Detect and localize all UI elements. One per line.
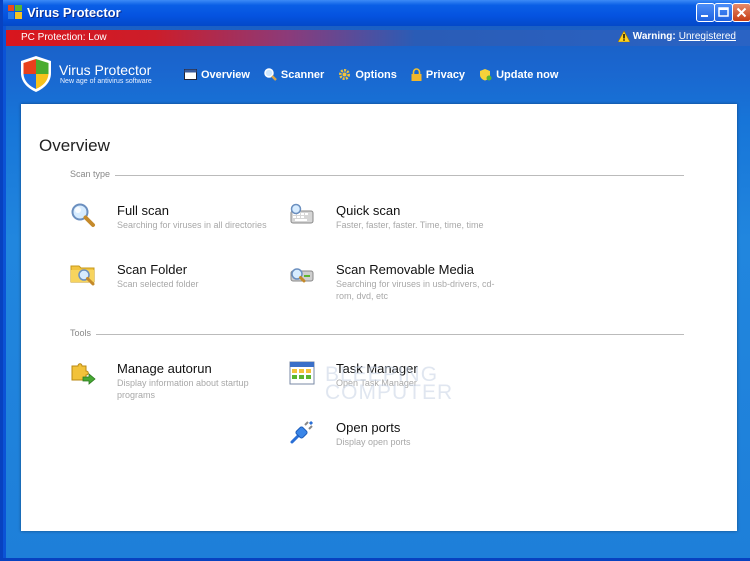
overview-panel: Overview Scan type Full scan Searching f… [21, 104, 737, 531]
close-icon [736, 7, 747, 18]
section-divider [70, 175, 684, 176]
full-scan-title: Full scan [117, 203, 170, 218]
tools-label: Tools [70, 328, 97, 338]
manage-autorun-desc: Display information about startup progra… [117, 378, 249, 400]
warning-icon [617, 31, 630, 42]
unregistered-link[interactable]: Unregistered [679, 31, 736, 42]
warning-label: Warning: [632, 31, 676, 42]
update-shield-icon [480, 69, 492, 81]
tools-section-header: Tools [70, 328, 684, 342]
quick-scan-desc: Faster, faster, faster. Time, time, time [336, 220, 484, 230]
app-header: Virus Protector New age of antivirus sof… [6, 48, 750, 102]
scan-type-section-header: Scan type [70, 169, 684, 183]
task-manager-desc: Open Task Manager [336, 378, 417, 388]
maximize-icon [718, 7, 729, 17]
protection-status-text: PC Protection: Low [21, 32, 107, 43]
nav-privacy-label: Privacy [425, 68, 466, 81]
app-window: Virus Protector PC Protection: Low Warni… [0, 0, 750, 561]
quick-scan-title: Quick scan [336, 203, 401, 218]
nav-options[interactable]: Options [338, 68, 397, 81]
nav-scanner-label: Scanner [280, 68, 325, 81]
magnifier-icon [71, 203, 95, 227]
task-manager-icon [289, 361, 315, 385]
brand-name: Virus Protector [59, 62, 152, 78]
title-bar[interactable]: Virus Protector [3, 0, 750, 26]
nav-update-now-label: Update now [496, 68, 559, 81]
drive-magnifier-icon [290, 268, 314, 283]
scan-folder-desc: Scan selected folder [117, 279, 199, 289]
task-manager-title: Task Manager [336, 361, 418, 376]
keyboard-magnifier-icon [290, 203, 314, 224]
nav-update-now[interactable]: Update now [479, 68, 558, 81]
scan-removable-media-title: Scan Removable Media [336, 262, 475, 277]
minimize-icon [701, 15, 708, 17]
minimize-button[interactable] [696, 3, 715, 22]
scan-type-label: Scan type [70, 169, 116, 179]
maximize-button[interactable] [714, 3, 733, 22]
lock-icon [411, 68, 422, 81]
brand-tagline: New age of antivirus software [60, 78, 152, 85]
puzzle-arrow-icon [71, 363, 96, 385]
open-ports-desc: Display open ports [336, 437, 411, 447]
nav-overview-label: Overview [201, 68, 250, 81]
window-icon [184, 69, 197, 80]
scan-folder-title: Scan Folder [117, 262, 188, 277]
page-title: Overview [39, 136, 110, 155]
folder-magnifier-icon [70, 265, 95, 286]
manage-autorun-title: Manage autorun [117, 361, 212, 376]
magnifier-icon [264, 68, 277, 81]
section-divider [70, 334, 684, 335]
warning-notice: Warning: Unregistered [617, 31, 736, 42]
open-ports-title: Open ports [336, 420, 401, 435]
app-window-icon [8, 5, 22, 19]
scan-removable-media-desc: Searching for viruses in usb-drivers, cd… [336, 279, 495, 301]
app-body: PC Protection: Low Warning: Unregistered… [6, 26, 750, 558]
main-nav: Overview Scanner Options Privacy Update … [184, 68, 572, 81]
plug-icon [290, 420, 314, 444]
full-scan-desc: Searching for viruses in all directories [117, 220, 267, 230]
nav-overview[interactable]: Overview [184, 68, 250, 81]
shield-logo-icon [21, 56, 51, 92]
gear-icon [339, 69, 351, 80]
window-title: Virus Protector [27, 5, 121, 20]
nav-options-label: Options [355, 68, 397, 81]
nav-privacy[interactable]: Privacy [411, 68, 465, 81]
close-button[interactable] [732, 3, 750, 22]
protection-status-bar: PC Protection: Low Warning: Unregistered [6, 30, 750, 46]
nav-scanner[interactable]: Scanner [264, 68, 324, 81]
